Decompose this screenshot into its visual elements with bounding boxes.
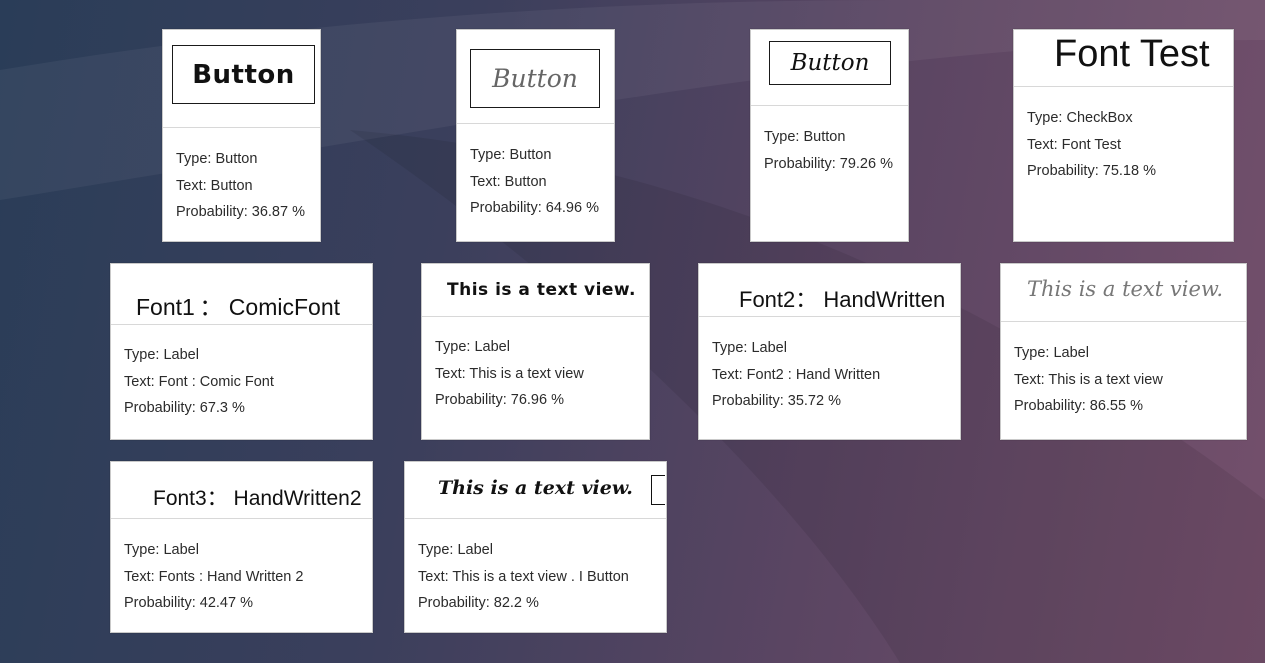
- detection-card-label-handwritten: Font2： HandWritten Type: Label Text: Fon…: [698, 263, 961, 440]
- sample-button: Button: [470, 49, 600, 108]
- value-text: Text: Font : Comic Font: [124, 373, 274, 390]
- preview-area: Button: [163, 30, 320, 128]
- detection-info: Type: Label Text: Fonts : Hand Written 2…: [124, 537, 303, 617]
- preview-area: Font3： HandWritten2: [111, 462, 372, 519]
- value-text: Text: Button: [470, 173, 547, 190]
- probability-text: Probability: 64.96 %: [470, 200, 599, 217]
- detection-card-label-textview-3: This is a text view. Type: Label Text: T…: [404, 461, 667, 633]
- detection-info: Type: Label Text: This is a text view Pr…: [1014, 340, 1163, 420]
- sample-label: Font3： HandWritten2: [153, 487, 362, 510]
- preview-area: Font2： HandWritten: [699, 264, 960, 317]
- type-text: Type: Label: [418, 542, 493, 558]
- detection-info: Type: Label Text: Font : Comic Font Prob…: [124, 342, 274, 422]
- value-text: Text: Button: [176, 177, 253, 194]
- detection-info: Type: Label Text: This is a text view Pr…: [435, 334, 584, 414]
- detection-card-label-comicfont: Font1 ： ComicFont Type: Label Text: Font…: [110, 263, 373, 440]
- value-text: Text: This is a text view . I Button: [418, 568, 629, 585]
- value-text: Text: Font2 : Hand Written: [712, 366, 881, 383]
- type-text: Type: Label: [712, 340, 787, 356]
- preview-area: This is a text view.: [422, 264, 649, 317]
- value-text: Text: This is a text view: [1014, 371, 1163, 388]
- sample-label: This is a text view.: [447, 280, 636, 300]
- sample-label: Font1 ： ComicFont: [136, 294, 341, 320]
- detection-card-button-2: Button Type: Button Text: Button Probabi…: [456, 29, 615, 242]
- detection-info: Type: Label Text: This is a text view . …: [418, 537, 629, 617]
- detection-card-checkbox: Font Test Type: CheckBox Text: Font Test…: [1013, 29, 1234, 242]
- detection-info: Type: Label Text: Font2 : Hand Written P…: [712, 335, 880, 415]
- type-text: Type: Button: [176, 151, 258, 167]
- type-text: Type: Label: [124, 347, 199, 363]
- detection-card-button-3: Button Type: Button Probability: 79.26 %: [750, 29, 909, 242]
- detection-info: Type: Button Text: Button Probability: 6…: [470, 142, 599, 222]
- sample-checkbox-label: Font Test: [1054, 33, 1210, 75]
- detection-card-label-textview-2: This is a text view. Type: Label Text: T…: [1000, 263, 1247, 440]
- preview-area: Font Test: [1014, 30, 1233, 87]
- type-text: Type: Label: [1014, 345, 1089, 361]
- type-text: Type: Label: [124, 542, 199, 558]
- value-text: Text: Font Test: [1027, 136, 1122, 153]
- preview-area: Button: [457, 30, 614, 124]
- probability-text: Probability: 82.2 %: [418, 595, 539, 612]
- detection-card-label-textview-1: This is a text view. Type: Label Text: T…: [421, 263, 650, 440]
- probability-text: Probability: 76.96 %: [435, 392, 564, 409]
- value-text: Text: This is a text view: [435, 365, 584, 382]
- detection-info: Type: Button Probability: 79.26 %: [764, 124, 893, 177]
- preview-area: Font1 ： ComicFont: [111, 264, 372, 325]
- type-text: Type: Label: [435, 339, 510, 355]
- type-text: Type: Button: [470, 147, 552, 163]
- detection-info: Type: CheckBox Text: Font Test Probabili…: [1027, 105, 1156, 185]
- value-text: Text: Fonts : Hand Written 2: [124, 568, 304, 585]
- type-text: Type: CheckBox: [1027, 110, 1133, 126]
- probability-text: Probability: 79.26 %: [764, 155, 893, 172]
- detection-info: Type: Button Text: Button Probability: 3…: [176, 146, 305, 226]
- sample-label: This is a text view.: [1027, 277, 1224, 301]
- probability-text: Probability: 42.47 %: [124, 595, 253, 612]
- sample-label: Font2： HandWritten: [739, 287, 946, 312]
- preview-area: This is a text view.: [1001, 264, 1246, 322]
- sample-label: This is a text view.: [438, 477, 633, 499]
- partial-button-edge: [651, 475, 665, 505]
- detection-card-label-handwritten2: Font3： HandWritten2 Type: Label Text: Fo…: [110, 461, 373, 633]
- sample-button: Button: [769, 41, 891, 85]
- sample-button: Button: [172, 45, 315, 104]
- probability-text: Probability: 86.55 %: [1014, 398, 1143, 415]
- type-text: Type: Button: [764, 129, 846, 145]
- probability-text: Probability: 36.87 %: [176, 204, 305, 221]
- probability-text: Probability: 35.72 %: [712, 393, 841, 410]
- preview-area: Button: [751, 30, 908, 106]
- probability-text: Probability: 75.18 %: [1027, 163, 1156, 180]
- probability-text: Probability: 67.3 %: [124, 400, 245, 417]
- preview-area: This is a text view.: [405, 462, 666, 519]
- detection-card-button-1: Button Type: Button Text: Button Probabi…: [162, 29, 321, 242]
